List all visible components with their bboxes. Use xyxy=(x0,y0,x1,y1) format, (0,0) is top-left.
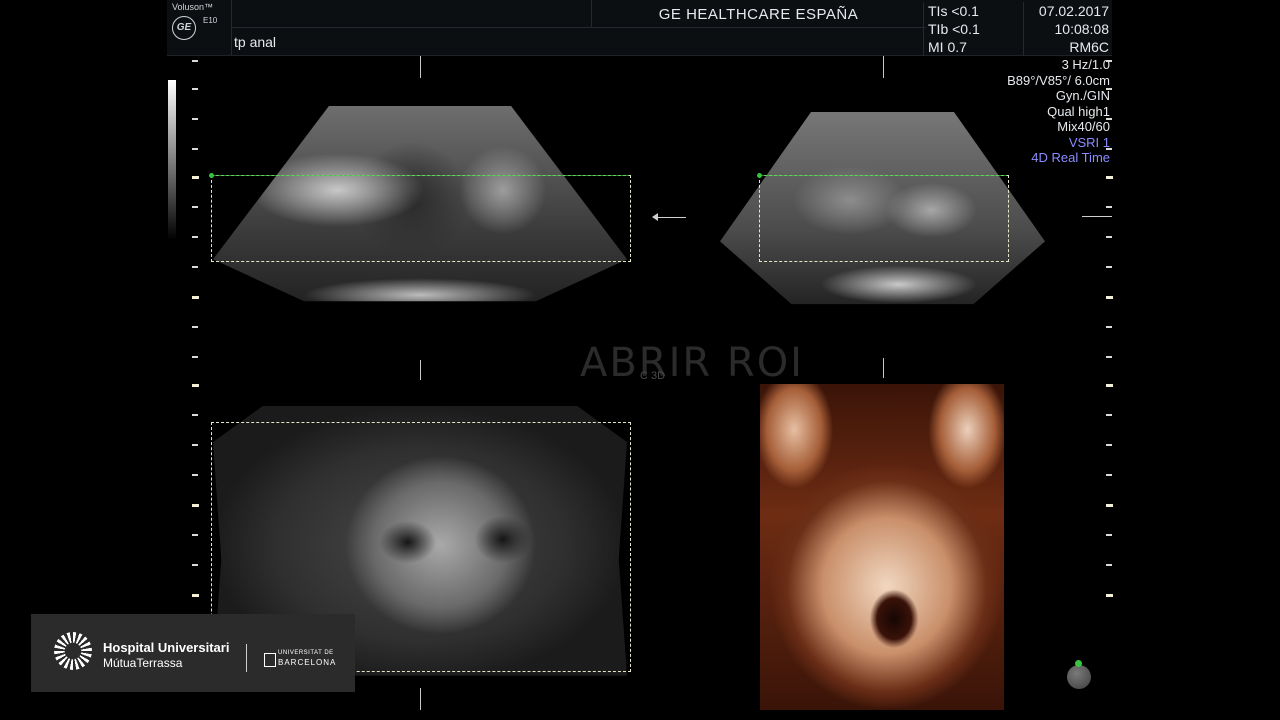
hospital-name-line1: Hospital Universitari xyxy=(103,640,230,655)
probe-label: tp anal xyxy=(234,34,277,50)
c-plane-top-marker xyxy=(420,360,421,380)
a-plane-roi-handle[interactable] xyxy=(209,173,214,178)
open-roi-watermark: ABRIR ROI xyxy=(580,340,804,386)
param-line: Gyn./GIN xyxy=(1055,88,1110,103)
right-marker-line xyxy=(1082,216,1112,217)
tis-value: TIs <0.1 xyxy=(928,3,979,19)
param-line: 3 Hz/1.0 xyxy=(1061,57,1110,72)
param-line: B89°/V85°/ 6.0cm xyxy=(1007,72,1110,88)
university-line1: UNIVERSITAT DE xyxy=(278,650,334,656)
header-bar: Voluson™ GE E10 GE HEALTHCARE ESPAÑA tp … xyxy=(167,0,1112,56)
b-plane-roi-box[interactable] xyxy=(759,175,1009,262)
right-depth-scale xyxy=(1106,60,1113,660)
left-arrow-line xyxy=(658,217,686,218)
university-line2: BARCELONA xyxy=(278,658,337,667)
b-plane-roi-handle[interactable] xyxy=(757,173,762,178)
header-title: GE HEALTHCARE ESPAÑA xyxy=(591,0,926,28)
left-depth-scale xyxy=(192,60,199,660)
cplane-tag: C 3D xyxy=(640,370,666,382)
thermal-index-block: TIs <0.1 TIb <0.1 MI 0.7 xyxy=(923,2,1028,56)
orientation-dot-icon xyxy=(1075,660,1082,667)
date-value: 07.02.2017 xyxy=(1038,3,1109,19)
grayscale-bar xyxy=(168,80,176,240)
a-plane-roi-box[interactable] xyxy=(211,175,631,262)
header-cell xyxy=(231,0,592,28)
c-plane-bottom-marker xyxy=(420,688,421,710)
time-value: 10:08:08 xyxy=(1054,21,1110,37)
left-arrow-icon xyxy=(652,213,658,221)
brand-area: Voluson™ GE E10 xyxy=(167,0,232,55)
render-top-marker xyxy=(883,358,884,378)
render-3d-image[interactable] xyxy=(760,384,1004,710)
model-label: E10 xyxy=(203,16,218,25)
b-plane-roi-line xyxy=(759,175,1007,176)
mi-value: MI 0.7 xyxy=(928,39,967,55)
tib-value: TIb <0.1 xyxy=(928,21,980,37)
hospital-name-line2: MútuaTerrassa xyxy=(103,656,183,670)
orientation-knob-icon[interactable] xyxy=(1067,665,1091,689)
datetime-block: 07.02.2017 10:08:08 RM6C xyxy=(1023,2,1109,56)
b-plane-top-marker xyxy=(883,56,884,78)
badge-divider xyxy=(246,644,247,672)
ge-logo-icon: GE xyxy=(172,16,196,40)
university-shield-icon xyxy=(264,653,276,667)
hospital-logo-icon xyxy=(54,632,92,670)
probe-value: RM6C xyxy=(1069,39,1109,55)
hospital-badge: Hospital Universitari MútuaTerrassa UNIV… xyxy=(31,614,355,692)
a-plane-top-marker xyxy=(420,56,421,78)
a-plane-roi-line xyxy=(211,175,629,176)
brand-name: Voluson™ xyxy=(172,2,214,12)
